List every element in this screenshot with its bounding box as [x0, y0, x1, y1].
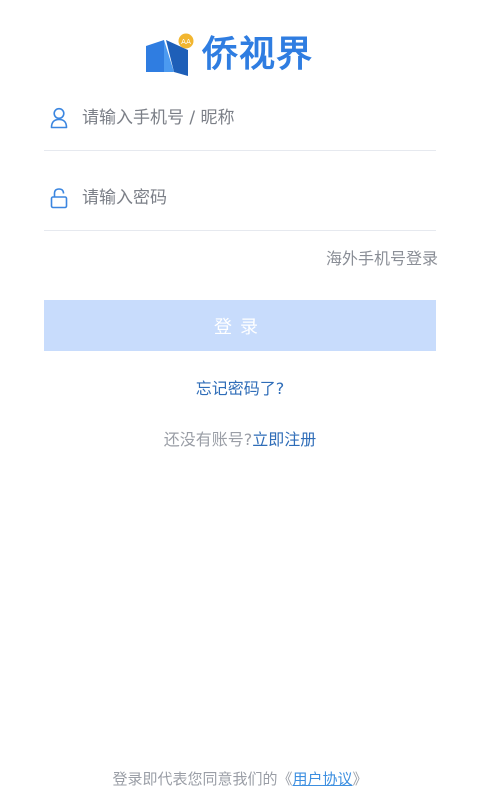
logo-badge: AA — [181, 38, 191, 46]
agreement-prefix: 登录即代表您同意我们的 — [112, 770, 278, 788]
login-button[interactable]: 登录 — [44, 300, 436, 351]
forgot-password-link[interactable]: 忘记密码了? — [0, 375, 480, 399]
register-row: 还没有账号?立即注册 — [0, 426, 480, 450]
overseas-login-link[interactable]: 海外手机号登录 — [326, 245, 438, 269]
phone-input[interactable] — [82, 108, 422, 128]
user-agreement-link[interactable]: 用户协议 — [293, 770, 353, 788]
phone-field[interactable] — [44, 86, 436, 151]
app-logo: AA 侨视界 — [144, 30, 313, 80]
register-link[interactable]: 立即注册 — [252, 430, 316, 449]
agreement-notice: 登录即代表您同意我们的《用户协议》 — [0, 768, 480, 789]
logo-mark-icon: AA — [146, 33, 194, 76]
user-icon — [44, 107, 78, 129]
no-account-text: 还没有账号? — [163, 430, 253, 449]
app-name: 侨视界 — [202, 34, 314, 75]
agreement-open-quote: 《 — [277, 770, 293, 788]
password-input[interactable] — [82, 188, 422, 208]
lock-icon — [44, 187, 78, 209]
agreement-close-quote: 》 — [352, 770, 368, 788]
password-field[interactable] — [44, 166, 436, 231]
